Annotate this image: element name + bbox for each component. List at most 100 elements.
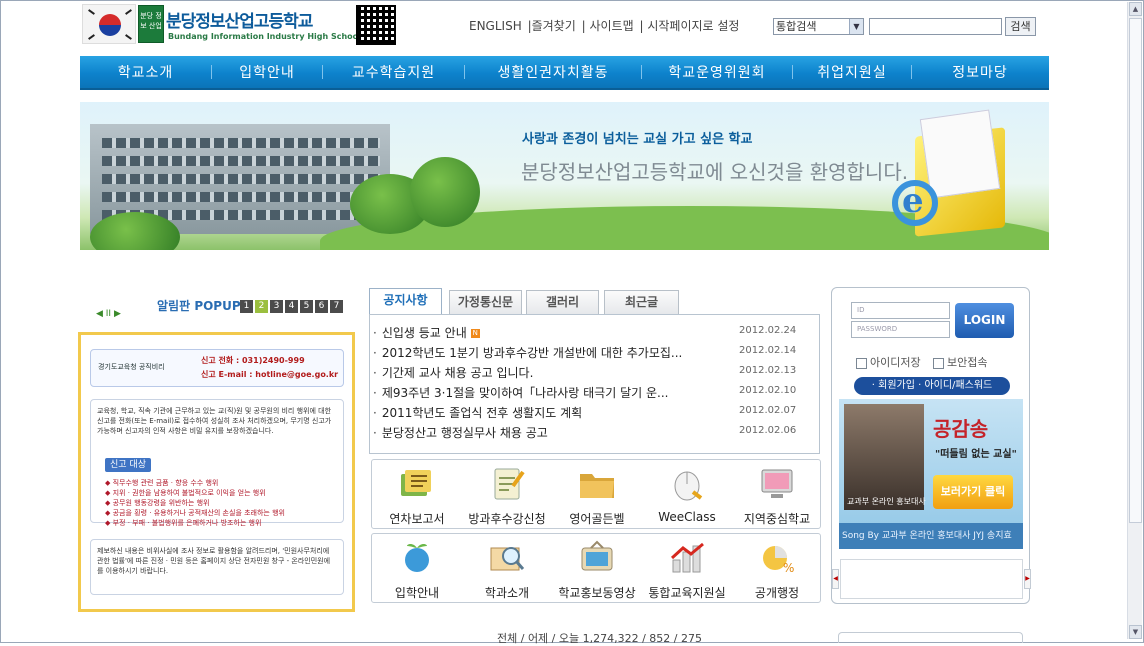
quick-link-english-goldenbell[interactable]: 영어골든벨 xyxy=(552,464,642,526)
nav-item-admission[interactable]: 입학안내 xyxy=(212,62,322,82)
main-banner: 사랑과 존경이 넘치는 교실 가고 싶은 학교 분당정보산업고등학교에 오신것을… xyxy=(80,102,1049,250)
id-field[interactable]: ID xyxy=(851,302,950,319)
school-logo[interactable]: 분당 정보 산업 분당정보산업고등학교 Bundang Information … xyxy=(82,4,400,48)
school-name: 분당정보산업고등학교 xyxy=(166,12,313,32)
nav-item-teaching-support[interactable]: 교수학습지원 xyxy=(323,62,464,82)
mouse-icon xyxy=(674,471,703,501)
notice-title[interactable]: 제93주년 3·1절을 맞이하여「나라사랑 태극기 달기 운... xyxy=(382,386,669,400)
promo-view-button[interactable]: 보러가기 클릭 xyxy=(933,475,1013,509)
list-item: ◆ 부정 · 부패 · 불법행위를 은폐하거나 방조하는 행위 xyxy=(105,519,262,527)
bottom-panel-edge xyxy=(838,632,1023,643)
notice-date: 2012.02.10 xyxy=(739,385,797,396)
link-english[interactable]: ENGLISH xyxy=(469,19,522,33)
password-field[interactable]: PASSWORD xyxy=(851,321,950,338)
save-id-checkbox[interactable]: 아이디저장 xyxy=(856,354,921,370)
new-badge: N xyxy=(470,329,480,338)
qr-code-icon xyxy=(356,5,396,45)
visitor-counter: 전체 / 어제 / 오늘 1,274,322 / 852 / 275 xyxy=(497,632,702,645)
scroll-down-arrow-icon[interactable]: ▼ xyxy=(1129,625,1142,639)
notice-list: · 신입생 등교 안내 N 2012.02.24 · 2012학년도 1분기 방과후수… xyxy=(369,314,820,454)
vertical-scrollbar[interactable]: ▲ ▼ xyxy=(1127,2,1142,639)
list-item: ◆ 공금을 횡령 · 유용하거나 공적재산의 손실을 초래하는 행위 xyxy=(105,509,285,517)
list-item[interactable]: · 분당정산고 행정실무사 채용 공고 2012.02.06 xyxy=(373,424,817,440)
quick-link-department[interactable]: 학과소개 xyxy=(462,538,552,600)
notice-title[interactable]: 2011학년도 졸업식 전후 생활지도 계획 xyxy=(382,406,582,420)
report-target-label: 신고 대상 xyxy=(105,458,151,472)
popup-page-2[interactable]: 2 xyxy=(255,300,268,313)
list-item: ◆ 지위 · 권한을 남용하여 불법적으로 이익을 얻는 행위 xyxy=(105,489,266,497)
link-sitemap[interactable]: | 사이트맵 xyxy=(582,19,634,33)
main-nav: 학교소개 입학안내 교수학습지원 생활인권자치활동 학교운영위원회 취업지원실 … xyxy=(80,56,1049,90)
svg-text:%: % xyxy=(783,561,794,575)
popup-page-5[interactable]: 5 xyxy=(300,300,313,313)
globe-plant-icon xyxy=(405,544,429,572)
hotline-phone: 신고 전화 : 031)2490-999 xyxy=(201,356,305,365)
popup-page-4[interactable]: 4 xyxy=(285,300,298,313)
popup-page-3[interactable]: 3 xyxy=(270,300,283,313)
banner-prev-arrow-icon[interactable]: ◀ xyxy=(832,569,839,589)
popup-play-controls[interactable]: ◀ II ▶ xyxy=(96,309,121,319)
report-icon xyxy=(401,470,431,496)
tab-newsletters[interactable]: 가정통신문 xyxy=(449,290,522,314)
notice-title[interactable]: 신입생 등교 안내 xyxy=(382,326,467,340)
promo-subtitle: "떠들림 없는 교실" xyxy=(935,449,1017,460)
banner-next-arrow-icon[interactable]: ▶ xyxy=(1024,569,1031,589)
nav-item-career-support[interactable]: 취업지원실 xyxy=(793,62,911,82)
popup-page-1[interactable]: 1 xyxy=(240,300,253,313)
promo-banner[interactable]: 공감송 "떠들림 없는 교실" 보러가기 클릭 교과부 온라인 홍보대사 Son… xyxy=(839,399,1023,549)
quick-link-weeclass[interactable]: WeeClass xyxy=(642,464,732,526)
quick-link-integrated-support[interactable]: 통합교육지원실 xyxy=(642,538,732,600)
promo-caption: 교과부 온라인 홍보대사 xyxy=(847,497,926,506)
korean-flag-icon xyxy=(82,4,136,44)
list-item[interactable]: · 2011학년도 졸업식 전후 생활지도 계획 2012.02.07 xyxy=(373,404,817,420)
notice-title[interactable]: 분당정산고 행정실무사 채용 공고 xyxy=(382,426,548,440)
quick-link-promo-video[interactable]: 학교홍보동영상 xyxy=(552,538,642,600)
nav-item-school-committee[interactable]: 학교운영위원회 xyxy=(642,62,792,82)
report-items: ◆ 직무수행 관련 금품 · 향응 수수 행위 ◆ 지위 · 권한을 남용하여 … xyxy=(105,478,337,528)
quick-link-public-admin[interactable]: % 공개행정 xyxy=(732,538,822,600)
notice-date: 2012.02.13 xyxy=(739,365,797,376)
banner-slogan: 사랑과 존경이 넘치는 교실 가고 싶은 학교 xyxy=(522,132,753,147)
list-item[interactable]: · 2012학년도 1분기 방과후수강반 개설반에 대한 추가모집... 2012… xyxy=(373,344,817,360)
folder-icon xyxy=(580,474,614,498)
quick-link-regional-school[interactable]: 지역중심학교 xyxy=(732,464,822,526)
popup-page-6[interactable]: 6 xyxy=(315,300,328,313)
tab-gallery[interactable]: 갤러리 xyxy=(526,290,599,314)
nav-item-school-intro[interactable]: 학교소개 xyxy=(80,62,211,82)
scroll-thumb[interactable] xyxy=(1129,18,1142,523)
link-favorites[interactable]: |즐겨찾기 xyxy=(528,19,576,33)
secure-login-checkbox[interactable]: 보안접속 xyxy=(933,354,987,370)
quick-link-admission[interactable]: 입학안내 xyxy=(372,538,462,600)
rolling-banner-slot[interactable] xyxy=(840,559,1023,599)
link-set-homepage[interactable]: | 시작페이지로 설정 xyxy=(639,19,739,33)
hotline-footer: 제보하신 내용은 비위사실에 조사 정보로 활용함을 알려드리며, '민원사무처… xyxy=(90,539,344,595)
checkbox-icon xyxy=(933,357,944,369)
quick-link-afterschool[interactable]: 방과후수강신청 xyxy=(462,464,552,526)
list-item[interactable]: · 제93주년 3·1절을 맞이하여「나라사랑 태극기 달기 운... 2012.… xyxy=(373,384,817,400)
magnifier-book-icon xyxy=(490,547,525,571)
school-name-english: Bundang Information Industry High School xyxy=(168,32,361,41)
nav-item-student-life[interactable]: 생활인권자치활동 xyxy=(465,62,641,82)
search-scope-select[interactable]: 통합검색 ▼ xyxy=(773,18,864,35)
application-icon xyxy=(494,468,525,500)
list-item[interactable]: · 신입생 등교 안내 N 2012.02.24 xyxy=(373,324,817,340)
search-scope-value: 통합검색 xyxy=(776,20,817,33)
scroll-up-arrow-icon[interactable]: ▲ xyxy=(1129,2,1142,16)
notice-title[interactable]: 기간제 교사 채용 공고 입니다. xyxy=(382,366,534,380)
notice-date: 2012.02.06 xyxy=(739,425,797,436)
list-item[interactable]: · 기간제 교사 채용 공고 입니다. 2012.02.13 xyxy=(373,364,817,380)
login-button[interactable]: LOGIN xyxy=(955,303,1014,338)
promo-photo xyxy=(844,404,924,510)
login-panel: ID PASSWORD LOGIN 아이디저장 보안접속 · 회원가입 · 아이… xyxy=(831,287,1031,604)
search-button[interactable]: 검색 xyxy=(1005,17,1036,36)
quick-link-annual-report[interactable]: 연차보고서 xyxy=(372,464,462,526)
tab-notices[interactable]: 공지사항 xyxy=(369,288,442,315)
nav-item-info-board[interactable]: 정보마당 xyxy=(912,62,1048,82)
search-input[interactable] xyxy=(869,18,1002,35)
signup-find-account-links[interactable]: · 회원가입 · 아이디/패스워드 xyxy=(854,377,1010,395)
notice-title[interactable]: 2012학년도 1분기 방과후수강반 개설반에 대한 추가모집... xyxy=(382,346,683,360)
popup-title: 알림판 POPUP xyxy=(157,299,241,313)
popup-page-7[interactable]: 7 xyxy=(330,300,343,313)
tab-recent[interactable]: 최근글 xyxy=(604,290,679,314)
popup-content[interactable]: 경기도교육청 공직비리 신고 전화 : 031)2490-999 신고 E-ma… xyxy=(78,332,355,612)
